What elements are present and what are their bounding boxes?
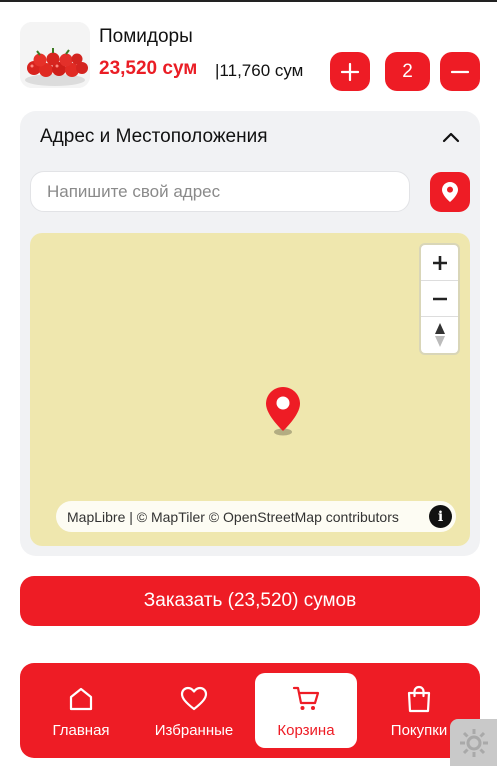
plus-icon — [432, 255, 447, 270]
quantity-value: 2 — [385, 52, 430, 91]
cart-icon — [292, 686, 320, 710]
plus-icon — [341, 62, 359, 81]
map-attribution: MapLibre | © MapTiler © OpenStreetMap co… — [56, 501, 456, 532]
location-marker-icon — [266, 387, 300, 436]
zoom-in-button[interactable] — [421, 245, 458, 281]
collapse-button[interactable] — [440, 126, 462, 148]
map-pin-icon — [442, 182, 458, 202]
nav-item-label: Корзина — [277, 722, 335, 739]
locate-button[interactable] — [430, 172, 470, 212]
top-border — [0, 0, 497, 2]
product-image — [20, 22, 90, 88]
zoom-out-button[interactable] — [421, 281, 458, 317]
decrease-quantity-button[interactable] — [440, 52, 480, 91]
bottom-nav: Главная Избранные Корзина Покупки — [20, 663, 480, 758]
nav-item-favorites[interactable]: Избранные — [143, 673, 245, 748]
chevron-up-icon — [442, 132, 460, 143]
map-attribution-text: MapLibre | © MapTiler © OpenStreetMap co… — [67, 508, 399, 525]
gear-icon — [459, 728, 488, 757]
unit-price: |11,760 сум — [215, 61, 304, 80]
product-name: Помидоры — [99, 26, 193, 47]
compass-button[interactable] — [421, 317, 458, 353]
compass-icon — [434, 323, 445, 347]
shopping-bag-icon — [407, 685, 431, 713]
nav-item-label: Главная — [52, 722, 110, 739]
nav-item-home[interactable]: Главная — [30, 673, 132, 748]
minus-icon — [432, 297, 447, 300]
address-panel: Адрес и Местоположения Напишите свой адр… — [20, 111, 480, 556]
order-button[interactable]: Заказать (23,520) сумов — [20, 576, 480, 626]
map-view[interactable]: MapLibre | © MapTiler © OpenStreetMap co… — [30, 233, 470, 546]
heart-icon — [180, 686, 208, 711]
nav-item-label: Избранные — [154, 722, 234, 739]
minus-icon — [451, 70, 469, 73]
home-icon — [69, 687, 93, 711]
cart-item: Помидоры 23,520 сум |11,760 сум 2 — [20, 22, 480, 91]
nav-item-cart[interactable]: Корзина — [255, 673, 357, 748]
nav-item-label: Покупки — [390, 722, 448, 739]
map-zoom-controls — [419, 243, 460, 355]
address-panel-title: Адрес и Местоположения — [40, 126, 268, 147]
info-icon[interactable]: i — [429, 505, 452, 528]
product-price: 23,520 сум — [99, 58, 198, 79]
address-input[interactable] — [30, 171, 410, 212]
increase-quantity-button[interactable] — [330, 52, 370, 91]
settings-button[interactable] — [450, 719, 497, 766]
